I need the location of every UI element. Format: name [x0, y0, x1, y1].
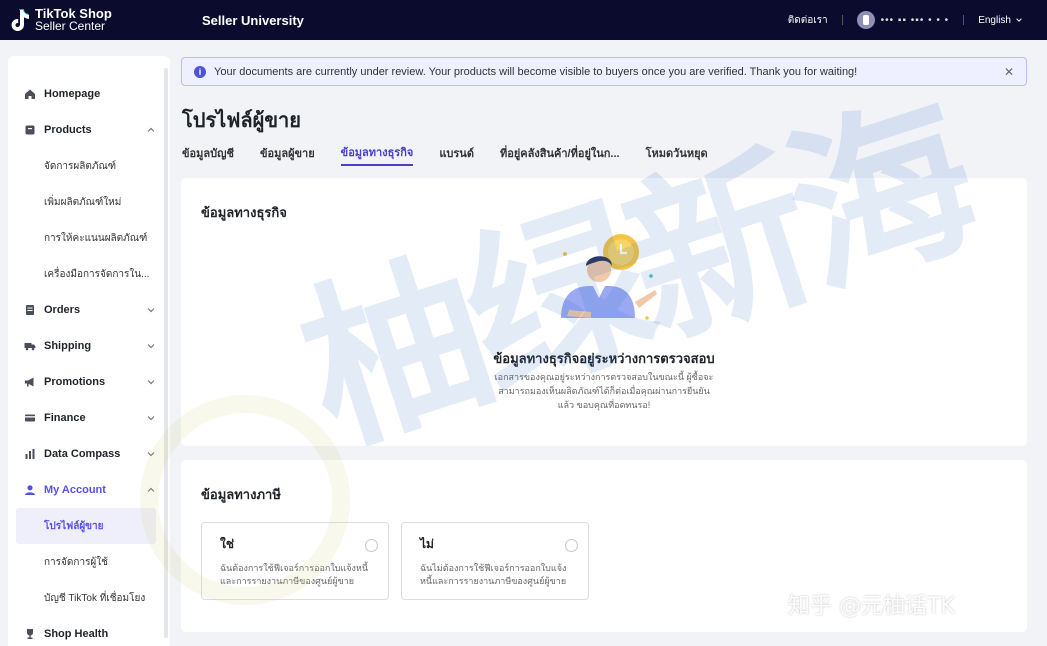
- language-selector[interactable]: English: [978, 15, 1023, 26]
- orders-icon: [26, 305, 34, 315]
- banner-text: Your documents are currently under revie…: [214, 65, 858, 78]
- avatar[interactable]: [856, 11, 875, 29]
- sidebar-item-label: Shop Health: [44, 628, 109, 640]
- sidebar-item-label: Finance: [44, 412, 86, 424]
- sidebar-item-management-tools[interactable]: เครื่องมือการจัดการใน...: [8, 256, 170, 292]
- account-name[interactable]: ••• ▪▪ •▪• • • •: [881, 15, 950, 26]
- language-label: English: [978, 14, 1011, 26]
- sidebar-scrollbar[interactable]: [164, 68, 168, 638]
- tax-option-no[interactable]: ไม่ ฉันไม่ต้องการใช้ฟีเจอร์การออกใบแจ้งห…: [401, 522, 589, 600]
- tab-brand[interactable]: แบรนด์: [439, 140, 474, 166]
- review-status-title: ข้อมูลทางธุรกิจอยู่ระหว่างการตรวจสอบ: [493, 351, 715, 366]
- tax-option-label: ใช่: [220, 537, 235, 551]
- tax-info-card: ข้อมูลทางภาษี ใช่ ฉันต้องการใช้ฟีเจอร์กา…: [181, 460, 1027, 632]
- tax-info-title: ข้อมูลทางภาษี: [201, 487, 281, 502]
- megaphone-icon: [25, 377, 34, 387]
- chevron-down-icon: [147, 308, 155, 313]
- tax-option-yes-radio[interactable]: [365, 539, 378, 552]
- top-navigation-bar: TikTok Shop Seller Center Seller Univers…: [0, 0, 1047, 40]
- page-title: โปรไฟล์ผู้ขาย: [182, 110, 301, 132]
- sidebar-item-shop-health[interactable]: Shop Health: [8, 616, 170, 646]
- sidebar-item-orders[interactable]: Orders: [8, 292, 170, 328]
- brand-subtitle: Seller Center: [35, 19, 106, 33]
- sidebar-item-label: Products: [44, 124, 92, 136]
- finance-icon: [25, 414, 35, 422]
- tab-holiday-mode[interactable]: โหมดวันหยุด: [646, 140, 708, 166]
- tab-account-info[interactable]: ข้อมูลบัญชี: [182, 140, 234, 166]
- close-icon[interactable]: ✕: [1004, 65, 1014, 79]
- sidebar-item-shipping[interactable]: Shipping: [8, 328, 170, 364]
- tax-option-description: ฉันต้องการใช้ฟีเจอร์การออกใบแจ้งหนี้และก…: [220, 563, 368, 586]
- sidebar-item-label: Shipping: [44, 340, 92, 352]
- sidebar-item-homepage[interactable]: Homepage: [8, 76, 170, 112]
- verification-notice-banner: i Your documents are currently under rev…: [181, 57, 1027, 86]
- sidebar-item-finance[interactable]: Finance: [8, 400, 170, 436]
- tax-option-description: ฉันไม่ต้องการใช้ฟีเจอร์การออกใบแจ้งหนี้แ…: [420, 563, 567, 586]
- seller-university-link[interactable]: Seller University: [202, 13, 304, 28]
- sidebar-item-products[interactable]: Products: [8, 112, 170, 148]
- sidebar-item-user-management[interactable]: การจัดการผู้ใช้: [8, 544, 170, 580]
- chevron-down-icon: [147, 416, 155, 421]
- home-icon: [25, 89, 35, 99]
- chevron-up-icon: [147, 127, 155, 132]
- tax-option-no-radio[interactable]: [565, 539, 578, 552]
- profile-tabs: ข้อมูลบัญชี ข้อมูลผู้ขาย ข้อมูลทางธุรกิจ…: [182, 140, 708, 168]
- sidebar-item-label: Promotions: [44, 376, 106, 388]
- business-info-card: ข้อมูลทางธุรกิจ ข้อมูลทางธุรกิจอยู่ระหว่…: [181, 178, 1027, 446]
- chevron-down-icon: [147, 380, 155, 385]
- tab-seller-info[interactable]: ข้อมูลผู้ขาย: [260, 140, 315, 166]
- review-status-description: เอกสารของคุณอยู่ระหว่างการตรวจสอบในขณะนี…: [494, 372, 714, 410]
- sidebar-item-my-account[interactable]: My Account: [8, 472, 170, 508]
- sidebar-item-data-compass[interactable]: Data Compass: [8, 436, 170, 472]
- chart-icon: [25, 449, 35, 459]
- sidebar: Homepage Products จัดการผลิตภัณฑ์ เพิ่มผ…: [8, 56, 170, 646]
- sidebar-item-add-product[interactable]: เพิ่มผลิตภัณฑ์ใหม่: [8, 184, 170, 220]
- tiktok-logo-icon: [11, 8, 29, 32]
- brand-logo[interactable]: TikTok Shop Seller Center: [0, 7, 190, 33]
- tax-option-label: ไม่: [420, 537, 434, 551]
- tab-business-info[interactable]: ข้อมูลทางธุรกิจ: [340, 140, 414, 166]
- chevron-down-icon: [147, 344, 155, 349]
- chevron-up-icon: [147, 487, 155, 492]
- sidebar-item-label: Data Compass: [44, 448, 121, 460]
- sidebar-item-linked-tiktok-accounts[interactable]: บัญชี TikTok ที่เชื่อมโยง: [8, 580, 170, 616]
- sidebar-item-label: Orders: [44, 304, 81, 316]
- divider: [841, 15, 843, 25]
- chevron-down-icon: [147, 452, 155, 457]
- sidebar-item-label: My Account: [44, 484, 106, 496]
- tax-option-yes[interactable]: ใช่ ฉันต้องการใช้ฟีเจอร์การออกใบแจ้งหนี้…: [201, 522, 389, 600]
- info-icon: i: [194, 65, 206, 78]
- business-info-title: ข้อมูลทางธุรกิจ: [201, 205, 287, 220]
- sidebar-item-manage-products[interactable]: จัดการผลิตภัณฑ์: [8, 148, 170, 184]
- tab-warehouse-address[interactable]: ที่อยู่คลังสินค้า/ที่อยู่ในก...: [500, 140, 620, 166]
- sidebar-item-product-ratings[interactable]: การให้คะแนนผลิตภัณฑ์: [8, 220, 170, 256]
- review-illustration-icon: [561, 234, 657, 320]
- box-icon: [25, 125, 35, 135]
- truck-icon: [24, 343, 36, 351]
- chevron-down-icon: [1016, 18, 1022, 22]
- contact-link[interactable]: ติดต่อเรา: [788, 13, 828, 28]
- sidebar-item-seller-profile[interactable]: โปรไฟล์ผู้ขาย: [16, 508, 156, 544]
- sidebar-item-promotions[interactable]: Promotions: [8, 364, 170, 400]
- trophy-icon: [27, 629, 33, 639]
- sidebar-item-label: Homepage: [44, 88, 101, 100]
- user-icon: [25, 485, 35, 495]
- divider: [963, 15, 965, 25]
